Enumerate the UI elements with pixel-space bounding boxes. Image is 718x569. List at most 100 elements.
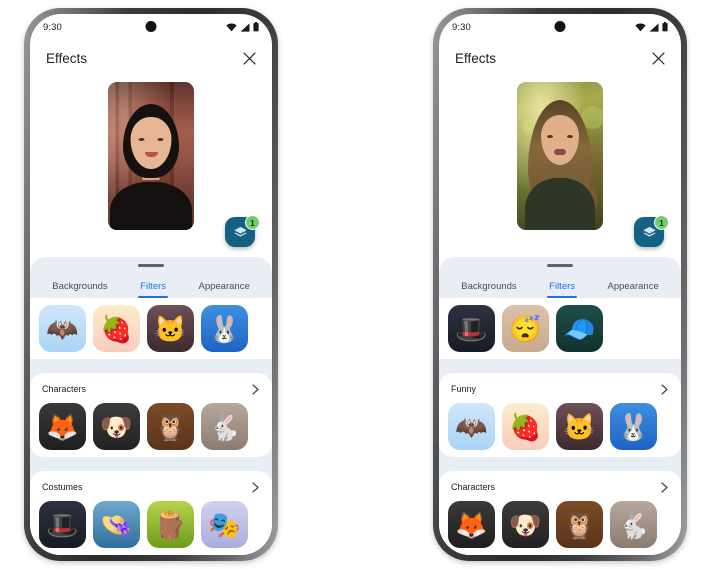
black-cat-icon: 🐱 xyxy=(147,305,194,352)
sheet-drag-handle[interactable] xyxy=(138,264,164,267)
funny-tile-strawberry[interactable]: 🍓 xyxy=(502,403,549,450)
sheet-content: 🎩 😴 🧢 xyxy=(439,298,681,359)
section-characters-label: Characters xyxy=(42,384,87,394)
sleepy-glasses-face-icon: 😴 xyxy=(502,305,549,352)
status-bar: 9:30 xyxy=(439,14,681,40)
sheet-divider xyxy=(30,457,272,464)
filter-tile-sleepy-glasses-face[interactable]: 😴 xyxy=(502,305,549,352)
section-characters-header[interactable]: Characters xyxy=(439,473,681,496)
page-title: Effects xyxy=(455,50,497,66)
mouth xyxy=(144,152,158,158)
tab-backgrounds[interactable]: Backgrounds xyxy=(461,281,516,298)
black-cat-icon: 🐱 xyxy=(556,403,603,450)
character-tile-fox[interactable]: 🦊 xyxy=(39,403,86,450)
section-funny: Funny 🦇 🍓 🐱 🐰 xyxy=(439,373,681,457)
dog-icon: 🐶 xyxy=(93,403,140,450)
battery-icon xyxy=(662,22,668,32)
character-tile-fox[interactable]: 🦊 xyxy=(448,501,495,548)
filter-tile-black-cat[interactable]: 🐱 xyxy=(147,305,194,352)
tab-filters[interactable]: Filters xyxy=(549,281,575,298)
funny-tile-black-cat[interactable]: 🐱 xyxy=(556,403,603,450)
black-hat-icon: 🎩 xyxy=(39,501,86,548)
status-clock: 9:30 xyxy=(43,21,62,33)
effects-tabs: Backgrounds Filters Appearance xyxy=(30,276,272,298)
strawberry-icon: 🍓 xyxy=(502,403,549,450)
funny-tile-bunny[interactable]: 🐰 xyxy=(610,403,657,450)
section-characters-header[interactable]: Characters xyxy=(30,375,272,398)
layers-icon xyxy=(642,226,656,237)
effects-bottom-sheet: Backgrounds Filters Appearance 🦇 🍓 🐱 🐰 C… xyxy=(30,257,272,555)
filter-tile-bunny[interactable]: 🐰 xyxy=(201,305,248,352)
section-costumes-header[interactable]: Costumes xyxy=(30,473,272,496)
carnival-mask-icon: 🎭 xyxy=(201,501,248,548)
bat-icon: 🦇 xyxy=(448,403,495,450)
close-icon[interactable] xyxy=(650,50,666,66)
character-tile-rabbit[interactable]: 🐇 xyxy=(201,403,248,450)
tab-appearance[interactable]: Appearance xyxy=(608,281,659,298)
bunny-icon: 🐰 xyxy=(610,403,657,450)
front-camera-punch-hole xyxy=(554,21,566,32)
sheet-divider xyxy=(439,359,681,366)
person-silhouette xyxy=(108,82,194,230)
costume-tile-brown-fedora[interactable]: 👒 xyxy=(93,501,140,548)
filter-tile-bat[interactable]: 🦇 xyxy=(39,305,86,352)
filter-tile-black-hat[interactable]: 🎩 xyxy=(448,305,495,352)
costume-tile-black-hat[interactable]: 🎩 xyxy=(39,501,86,548)
character-tile-rabbit[interactable]: 🐇 xyxy=(610,501,657,548)
cell-signal-icon xyxy=(649,22,659,32)
bat-icon: 🦇 xyxy=(39,305,86,352)
video-thumbnail xyxy=(517,82,603,230)
characters-row: 🦊 🐶 🦉 🐇 xyxy=(439,496,681,555)
mouth xyxy=(554,148,566,155)
character-tile-dog[interactable]: 🐶 xyxy=(502,501,549,548)
costume-tile-wood-log[interactable]: 🪵 xyxy=(147,501,194,548)
section-funny-header[interactable]: Funny xyxy=(439,375,681,398)
sheet-drag-handle[interactable] xyxy=(547,264,573,267)
fox-icon: 🦊 xyxy=(448,501,495,548)
app-bar: Effects xyxy=(30,40,272,76)
person-silhouette xyxy=(517,82,603,230)
video-thumbnail xyxy=(108,82,194,230)
fox-icon: 🦊 xyxy=(39,403,86,450)
self-view-preview: 1 xyxy=(30,76,272,257)
funny-tile-bat[interactable]: 🦇 xyxy=(448,403,495,450)
owl-icon: 🦉 xyxy=(147,403,194,450)
phone-left: 9:30 Effects 1 Backgrounds Filters Appea… xyxy=(24,8,278,561)
chevron-right-icon[interactable] xyxy=(249,481,261,493)
screenshot-stage: 9:30 Effects 1 Backgrounds Filters Appea… xyxy=(0,0,718,569)
bunny-icon: 🐰 xyxy=(201,305,248,352)
layers-icon xyxy=(233,226,247,237)
section-characters-label: Characters xyxy=(451,482,496,492)
filter-tile-blue-beanie[interactable]: 🧢 xyxy=(556,305,603,352)
status-icons xyxy=(635,22,668,32)
status-clock: 9:30 xyxy=(452,21,471,33)
phone-left-screen: 9:30 Effects 1 Backgrounds Filters Appea… xyxy=(30,14,272,555)
filter-tile-strawberry[interactable]: 🍓 xyxy=(93,305,140,352)
chevron-right-icon[interactable] xyxy=(658,481,670,493)
character-tile-dog[interactable]: 🐶 xyxy=(93,403,140,450)
character-tile-owl[interactable]: 🦉 xyxy=(556,501,603,548)
filters-top-row: 🦇 🍓 🐱 🐰 xyxy=(30,298,272,359)
costumes-row: 🎩 👒 🪵 🎭 xyxy=(30,496,272,555)
filters-top-row: 🎩 😴 🧢 xyxy=(439,298,681,359)
effects-bottom-sheet: Backgrounds Filters Appearance 🎩 😴 🧢 Fun… xyxy=(439,257,681,555)
costume-tile-carnival-mask[interactable]: 🎭 xyxy=(201,501,248,548)
close-icon[interactable] xyxy=(241,50,257,66)
tab-backgrounds[interactable]: Backgrounds xyxy=(52,281,107,298)
torso xyxy=(110,182,192,230)
character-tile-owl[interactable]: 🦉 xyxy=(147,403,194,450)
chevron-right-icon[interactable] xyxy=(249,383,261,395)
self-view-preview: 1 xyxy=(439,76,681,257)
app-bar: Effects xyxy=(439,40,681,76)
sheet-divider xyxy=(30,359,272,366)
effects-badge-count: 1 xyxy=(245,215,260,230)
tab-appearance[interactable]: Appearance xyxy=(199,281,250,298)
phone-right: 9:30 Effects 1 Backgrounds Filters Appea… xyxy=(433,8,687,561)
tab-filters[interactable]: Filters xyxy=(140,281,166,298)
chevron-right-icon[interactable] xyxy=(658,383,670,395)
owl-icon: 🦉 xyxy=(556,501,603,548)
rabbit-icon: 🐇 xyxy=(201,403,248,450)
effects-fab-wrapper: 1 xyxy=(225,215,260,251)
sheet-content: 🦇 🍓 🐱 🐰 xyxy=(30,298,272,359)
wifi-icon xyxy=(635,22,646,31)
